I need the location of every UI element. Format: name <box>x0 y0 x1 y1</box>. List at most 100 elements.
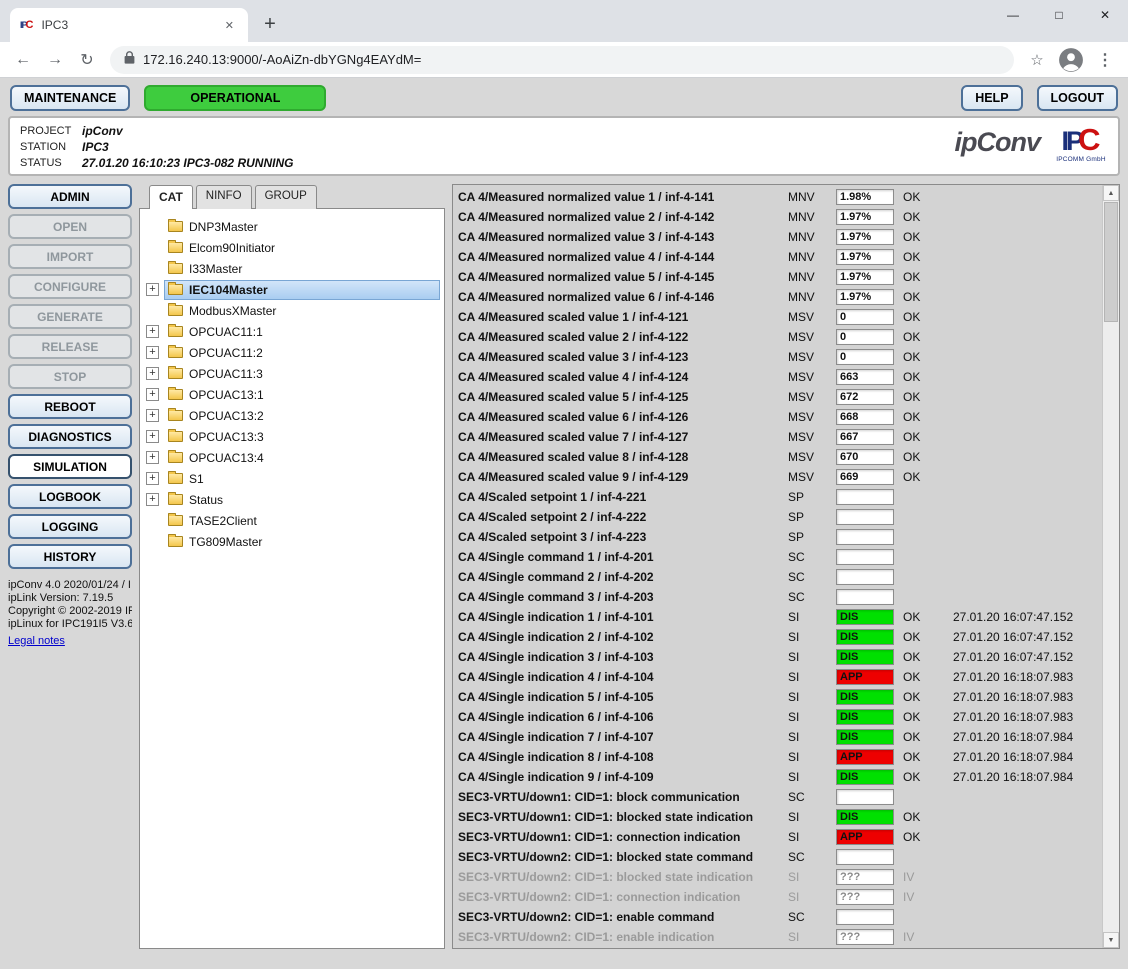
scrollbar-thumb[interactable] <box>1104 202 1118 322</box>
sidebar-button-simulation[interactable]: SIMULATION <box>8 454 132 479</box>
datapoint-value-box[interactable] <box>836 529 894 545</box>
url-field[interactable]: 172.16.240.13:9000/-AoAiZn-dbYGNg4EAYdM= <box>110 46 1014 74</box>
datapoint-status: OK <box>903 690 953 704</box>
tree-item-label: OPCUAC13:4 <box>189 451 264 465</box>
tree-tab-ninfo[interactable]: NINFO <box>196 185 252 209</box>
expand-icon[interactable]: + <box>146 367 159 380</box>
reload-icon[interactable]: ↻ <box>72 45 102 75</box>
tree-item-opcuac13-2[interactable]: +OPCUAC13:2 <box>144 405 440 426</box>
tree-item-opcuac11-2[interactable]: +OPCUAC11:2 <box>144 342 440 363</box>
tree-item-iec104master[interactable]: +IEC104Master <box>144 279 440 300</box>
expand-icon[interactable]: + <box>146 283 159 296</box>
tree-item-status[interactable]: +Status <box>144 489 440 510</box>
tree-tab-cat[interactable]: CAT <box>149 185 193 209</box>
sidebar-button-reboot[interactable]: REBOOT <box>8 394 132 419</box>
sidebar-button-admin[interactable]: ADMIN <box>8 184 132 209</box>
tree-item-opcuac11-1[interactable]: +OPCUAC11:1 <box>144 321 440 342</box>
datapoint-value-box[interactable] <box>836 509 894 525</box>
datapoint-value-box[interactable]: DIS <box>836 689 894 705</box>
datapoint-value-box[interactable]: 1.97% <box>836 209 894 225</box>
expand-icon[interactable]: + <box>146 472 159 485</box>
help-button[interactable]: HELP <box>961 85 1022 111</box>
datapoint-scrollbar[interactable]: ▲ ▼ <box>1102 185 1119 948</box>
datapoint-value-box[interactable] <box>836 909 894 925</box>
back-icon[interactable]: ← <box>8 45 38 75</box>
datapoint-value-box[interactable] <box>836 789 894 805</box>
sidebar-button-logbook[interactable]: LOGBOOK <box>8 484 132 509</box>
datapoint-value-box[interactable]: DIS <box>836 729 894 745</box>
bookmark-star-icon[interactable]: ☆ <box>1022 45 1052 75</box>
tab-close-icon[interactable]: ✕ <box>221 17 238 34</box>
legal-notes-link[interactable]: Legal notes <box>8 635 65 647</box>
operational-button[interactable]: OPERATIONAL <box>144 85 326 111</box>
sidebar-button-history[interactable]: HISTORY <box>8 544 132 569</box>
datapoint-value-box[interactable]: 1.98% <box>836 189 894 205</box>
datapoint-value-box[interactable]: DIS <box>836 769 894 785</box>
window-maximize-icon[interactable]: □ <box>1036 0 1082 30</box>
tree-item-s1[interactable]: +S1 <box>144 468 440 489</box>
tree-item-modbusxmaster[interactable]: ModbusXMaster <box>144 300 440 321</box>
datapoint-value-box[interactable]: DIS <box>836 609 894 625</box>
expand-icon[interactable]: + <box>146 325 159 338</box>
profile-avatar-icon[interactable] <box>1058 47 1084 73</box>
datapoint-value-box[interactable]: 1.97% <box>836 229 894 245</box>
datapoint-value-box[interactable] <box>836 549 894 565</box>
datapoint-value-box[interactable]: 1.97% <box>836 289 894 305</box>
datapoint-value-box[interactable]: 672 <box>836 389 894 405</box>
tree-tab-group[interactable]: GROUP <box>255 185 317 209</box>
datapoint-value-box[interactable]: 0 <box>836 349 894 365</box>
expand-icon[interactable]: + <box>146 409 159 422</box>
tree-item-tg809master[interactable]: TG809Master <box>144 531 440 552</box>
datapoint-value-box[interactable] <box>836 589 894 605</box>
datapoint-value-box[interactable]: 0 <box>836 309 894 325</box>
tree-item-dnp3master[interactable]: DNP3Master <box>144 216 440 237</box>
datapoint-value-box[interactable] <box>836 489 894 505</box>
tree-item-elcom90initiator[interactable]: Elcom90Initiator <box>144 237 440 258</box>
scroll-up-icon[interactable]: ▲ <box>1103 185 1119 201</box>
datapoint-status: OK <box>903 830 953 844</box>
new-tab-button[interactable]: + <box>256 10 284 38</box>
datapoint-value-box[interactable]: ??? <box>836 889 894 905</box>
sidebar-button-logging[interactable]: LOGGING <box>8 514 132 539</box>
url-text[interactable]: 172.16.240.13:9000/-AoAiZn-dbYGNg4EAYdM= <box>143 52 421 67</box>
datapoint-value-box[interactable] <box>836 569 894 585</box>
forward-icon[interactable]: → <box>40 45 70 75</box>
browser-menu-icon[interactable]: ⋮ <box>1090 45 1120 75</box>
datapoint-value-box[interactable]: DIS <box>836 809 894 825</box>
window-minimize-icon[interactable]: — <box>990 0 1036 30</box>
datapoint-value-box[interactable]: ??? <box>836 929 894 945</box>
datapoint-value-box[interactable]: 1.97% <box>836 269 894 285</box>
expand-icon[interactable]: + <box>146 346 159 359</box>
datapoint-value-box[interactable] <box>836 849 894 865</box>
datapoint-value-box[interactable]: APP <box>836 749 894 765</box>
datapoint-value-box[interactable]: 670 <box>836 449 894 465</box>
datapoint-value-box[interactable]: 669 <box>836 469 894 485</box>
datapoint-value-box[interactable]: 0 <box>836 329 894 345</box>
tree-item-opcuac13-3[interactable]: +OPCUAC13:3 <box>144 426 440 447</box>
expand-icon[interactable]: + <box>146 388 159 401</box>
tree-item-i33master[interactable]: I33Master <box>144 258 440 279</box>
window-close-icon[interactable]: ✕ <box>1082 0 1128 30</box>
sidebar-button-diagnostics[interactable]: DIAGNOSTICS <box>8 424 132 449</box>
datapoint-value-box[interactable]: 663 <box>836 369 894 385</box>
datapoint-value-box[interactable]: 667 <box>836 429 894 445</box>
maintenance-button[interactable]: MAINTENANCE <box>10 85 130 111</box>
datapoint-value-box[interactable]: APP <box>836 669 894 685</box>
expand-icon[interactable]: + <box>146 430 159 443</box>
datapoint-value-box[interactable]: APP <box>836 829 894 845</box>
expand-icon[interactable]: + <box>146 493 159 506</box>
expand-icon[interactable]: + <box>146 451 159 464</box>
datapoint-value-box[interactable]: DIS <box>836 709 894 725</box>
logout-button[interactable]: LOGOUT <box>1037 85 1118 111</box>
datapoint-value-box[interactable]: 668 <box>836 409 894 425</box>
tree-item-opcuac13-1[interactable]: +OPCUAC13:1 <box>144 384 440 405</box>
datapoint-value-box[interactable]: ??? <box>836 869 894 885</box>
tree-item-tase2client[interactable]: TASE2Client <box>144 510 440 531</box>
browser-tab[interactable]: IPC IPC3 ✕ <box>10 8 248 42</box>
tree-item-opcuac11-3[interactable]: +OPCUAC11:3 <box>144 363 440 384</box>
scroll-down-icon[interactable]: ▼ <box>1103 932 1119 948</box>
tree-item-opcuac13-4[interactable]: + OPCUAC13:4 <box>144 447 440 468</box>
datapoint-value-box[interactable]: 1.97% <box>836 249 894 265</box>
datapoint-value-box[interactable]: DIS <box>836 629 894 645</box>
datapoint-value-box[interactable]: DIS <box>836 649 894 665</box>
